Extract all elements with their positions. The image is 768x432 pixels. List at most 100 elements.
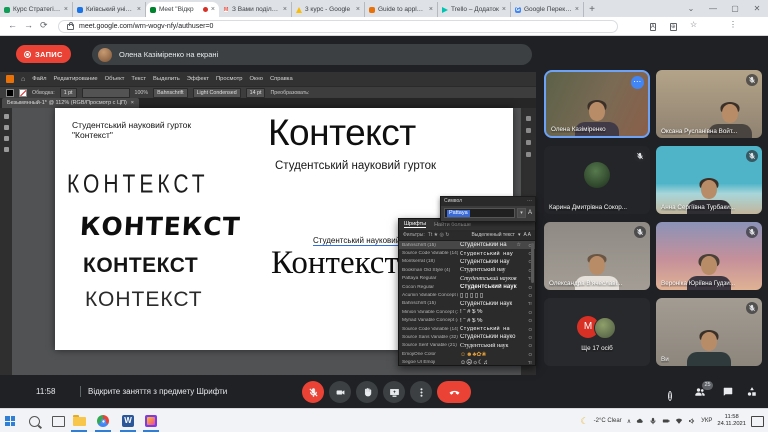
font-list-item[interactable]: Montserrat (18) Студентський нау O (399, 258, 535, 266)
menu-file[interactable]: Файл (32, 76, 46, 82)
font-list-item[interactable]: Bookman Old Style (4) Студентський нау O (399, 266, 535, 274)
window-minimize-button[interactable]: — (702, 0, 724, 17)
bookmark-star-icon[interactable]: ☆ (690, 20, 697, 29)
font-list-scrollbar[interactable] (531, 243, 534, 283)
tab-close-icon[interactable]: × (575, 6, 579, 13)
tab-close-icon[interactable]: × (211, 6, 215, 13)
stroke-value-field[interactable]: 1 pt (60, 88, 77, 98)
back-button[interactable]: ← (8, 20, 17, 30)
word-taskbar-icon[interactable]: W (120, 413, 136, 429)
language-indicator[interactable]: УКР (701, 418, 712, 424)
leave-call-button[interactable] (437, 381, 471, 403)
font-list-item[interactable]: Source Code Variable (14) Студентський н… (399, 325, 535, 333)
font-list-item[interactable]: Bahnschrift (15) Студентський на ☆ O (399, 241, 535, 249)
font-list-item[interactable]: Acumin Variable Concept (91) ▯ ▯ ▯ ▯ ▯ O (399, 291, 535, 299)
preview-size-icons[interactable]: A A (523, 232, 531, 238)
menu-view[interactable]: Просмотр (216, 76, 242, 82)
task-view-icon[interactable] (50, 413, 66, 429)
forward-button[interactable]: → (24, 20, 33, 30)
dock-icon[interactable] (526, 128, 531, 133)
presenting-banner[interactable]: Олена Казіміренко на екрані (92, 44, 532, 65)
mic-toggle-button[interactable] (302, 381, 324, 403)
tab-close-icon[interactable]: × (137, 6, 141, 13)
menu-edit[interactable]: Редактирование (54, 76, 98, 82)
menu-help[interactable]: Справка (270, 76, 293, 82)
font-list-item[interactable]: Pattaya Regular Студентський науков Tr (399, 275, 535, 283)
participant-tile[interactable]: Карина Дмитрівна Сокор... (544, 146, 650, 214)
tab-university[interactable]: Київський універ × (73, 2, 146, 17)
weather-text[interactable]: -2°C Clear (594, 418, 622, 424)
participant-tile[interactable]: Анна Сергіївна Турбаки... (656, 146, 762, 214)
tray-mic-icon[interactable] (649, 417, 657, 425)
self-view-tile[interactable]: Ви (656, 298, 762, 366)
tool-icon[interactable] (4, 147, 9, 152)
more-participants-tile[interactable]: M Ще 17 осіб (544, 298, 650, 366)
camera-toggle-button[interactable] (329, 381, 351, 403)
dock-icon[interactable] (526, 152, 531, 157)
panel-menu-icon[interactable]: ⋯ (527, 197, 532, 206)
activities-button[interactable] (746, 385, 758, 403)
window-maximize-button[interactable]: ▢ (724, 0, 746, 17)
search-icon[interactable] (26, 413, 42, 429)
file-explorer-icon[interactable] (71, 413, 87, 429)
font-list-item[interactable]: Source Code Variable (14) Студентський н… (399, 249, 535, 257)
tool-icon[interactable] (4, 114, 9, 119)
font-list-item[interactable]: Segoe UI Emoji ☺☹☼☾♫ Tr (399, 358, 535, 365)
font-list-item[interactable]: Myriad Variable Concept (40) ! " # $ % O (399, 317, 535, 325)
font-size-field[interactable]: 14 pt (246, 88, 266, 98)
menu-select[interactable]: Выделить (153, 76, 180, 82)
font-list-item[interactable]: Bahnschrift (15) Студентський наук Tr (399, 300, 535, 308)
tools-panel[interactable] (0, 108, 12, 375)
start-button[interactable] (2, 413, 18, 429)
participant-tile[interactable]: Олександра В'ячеславі... (544, 222, 650, 290)
menu-window[interactable]: Окно (249, 76, 262, 82)
menu-object[interactable]: Объект (105, 76, 125, 82)
font-family-field[interactable]: Bahnschrift (153, 88, 188, 98)
raise-hand-button[interactable] (356, 381, 378, 403)
font-list-item[interactable]: EmojiOne Color ☺☻♣✿❀ O (399, 350, 535, 358)
opacity-value[interactable]: 100% (135, 90, 149, 96)
present-screen-button[interactable] (383, 381, 405, 403)
network-icon[interactable] (675, 417, 683, 425)
meeting-details-button[interactable]: i (668, 385, 672, 403)
home-icon[interactable]: ⌂ (21, 76, 25, 83)
tab-guide[interactable]: Guide to applying × (365, 2, 438, 17)
stroke-swatch[interactable] (19, 89, 27, 97)
favorite-star-icon[interactable]: ☆ (517, 242, 521, 248)
tab-gmail[interactable]: M З Вами поділили × (219, 2, 292, 17)
extension-icon[interactable]: ⊕ (670, 21, 677, 31)
tab-course[interactable]: Курс Стратегії н × (0, 2, 73, 17)
tile-options-button[interactable]: ⋯ (631, 76, 644, 89)
chrome-taskbar-icon[interactable] (95, 413, 111, 429)
tab-search-chevron-icon[interactable]: ⌄ (680, 0, 702, 17)
font-list-item[interactable]: Source Sans Variable (32) Студентський н… (399, 333, 535, 341)
tab-trello[interactable]: Trello – Додаток × (438, 2, 511, 17)
dock-icon[interactable] (526, 140, 531, 145)
preview-dropdown-icon[interactable]: ▾ (518, 232, 521, 238)
tab-close-icon[interactable]: × (502, 6, 506, 13)
font-list-item[interactable]: Minion Variable Concept (16) ! " # $ % O (399, 308, 535, 316)
tray-clock[interactable]: 11:5824.11.2021 (717, 414, 746, 428)
document-close-icon[interactable]: × (131, 100, 134, 106)
translate-page-icon[interactable]: A (650, 21, 656, 31)
brush-field[interactable] (82, 88, 130, 98)
preview-text-select[interactable]: Выделенный текст (471, 232, 515, 238)
participant-tile-active-speaker[interactable]: ⋯ Олена Казіміренко (544, 70, 650, 138)
font-list-item[interactable]: Source Serif Variable (21) Студентський … (399, 342, 535, 350)
tab-translate[interactable]: G Google Переклад × (511, 2, 584, 17)
filter-icons[interactable]: Tt ★ ◎ ↻ (428, 232, 450, 238)
more-options-button[interactable] (410, 381, 432, 403)
participant-tile[interactable]: Оксана Русланівна Войт... (656, 70, 762, 138)
reload-button[interactable]: ⟳ (40, 20, 48, 31)
font-list-item[interactable]: Cocon Regular Студентський наук O (399, 283, 535, 291)
tab-close-icon[interactable]: × (356, 6, 360, 13)
browser-menu-icon[interactable]: ⋮ (729, 20, 737, 29)
font-style-field[interactable]: Light Condensed (193, 88, 241, 98)
battery-icon[interactable] (662, 417, 670, 425)
tab-meet-active[interactable]: Meet "Відкр × (146, 2, 219, 17)
tool-icon[interactable] (4, 136, 9, 141)
fill-swatch[interactable] (6, 89, 14, 97)
action-center-icon[interactable] (751, 416, 764, 427)
design-app-taskbar-icon[interactable] (143, 413, 159, 429)
document-tab[interactable]: Безымянный-1* @ 112% (RGB/Просмотр с ЦП)… (2, 98, 139, 108)
